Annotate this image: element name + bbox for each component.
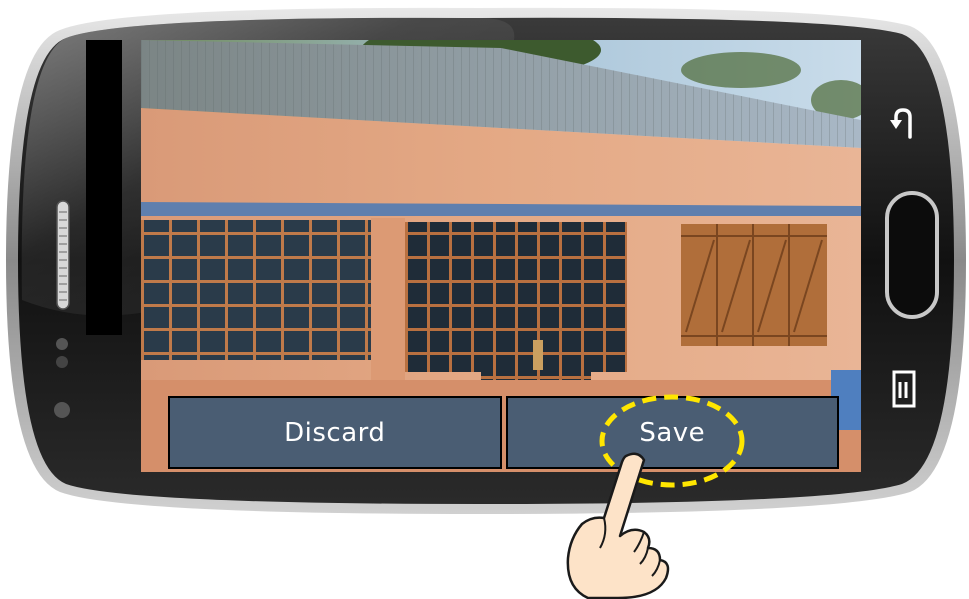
speaker-grille-icon: [56, 200, 70, 310]
menu-icon[interactable]: [891, 368, 919, 410]
sensor-dots-icon: [54, 338, 70, 418]
discard-button[interactable]: Discard: [168, 396, 502, 469]
home-button-icon[interactable]: [884, 190, 940, 320]
camera-preview-screen: Discard Save: [141, 40, 861, 472]
pointing-hand-icon: [566, 452, 670, 599]
tutorial-illustration: Discard Save: [0, 0, 969, 599]
back-arrow-icon[interactable]: [888, 105, 922, 143]
